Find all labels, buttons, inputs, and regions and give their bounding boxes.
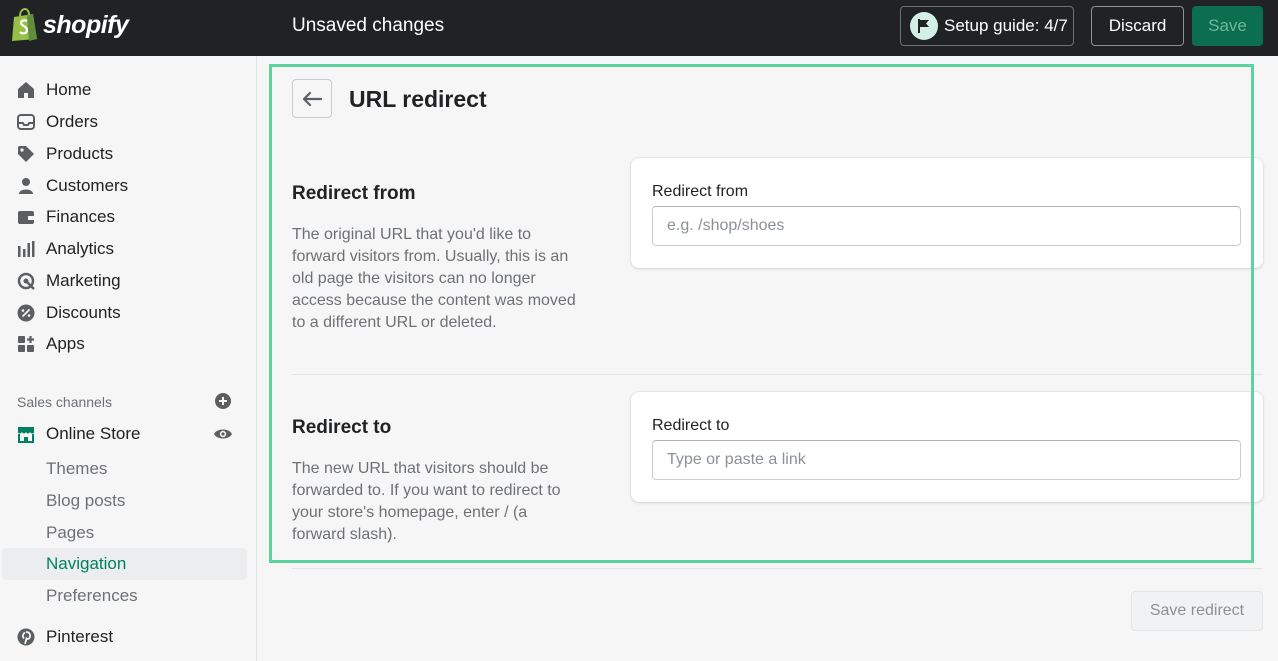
save-button[interactable]: Save [1192, 6, 1263, 46]
redirect-from-card: Redirect from [631, 158, 1263, 268]
setup-guide-label: Setup guide: 4/7 [944, 16, 1068, 35]
orders-icon [17, 113, 35, 131]
page-title: URL redirect [349, 86, 487, 112]
shopify-logo[interactable]: shopify [10, 8, 129, 42]
sidebar-subitem-label: Blog posts [46, 491, 126, 510]
sidebar-item-label: Customers [46, 176, 129, 195]
redirect-from-heading: Redirect from [292, 183, 416, 204]
sidebar-subitem-themes[interactable]: Themes [0, 454, 257, 484]
tag-icon [17, 145, 35, 163]
sidebar-item-finances[interactable]: Finances [0, 202, 257, 232]
add-circle-icon[interactable] [215, 393, 231, 409]
sidebar-subitem-preferences[interactable]: Preferences [0, 581, 257, 611]
sidebar: Home Orders Products Customers Finances … [0, 56, 257, 661]
sidebar-item-orders[interactable]: Orders [0, 107, 257, 137]
discount-icon [17, 304, 35, 322]
sidebar-item-label: Orders [46, 112, 98, 131]
pinterest-icon [17, 628, 35, 646]
main-content: URL redirect Redirect from The original … [258, 56, 1278, 661]
sidebar-item-label: Pinterest [46, 627, 114, 646]
sidebar-item-label: Marketing [46, 271, 121, 290]
discard-button[interactable]: Discard [1091, 6, 1184, 46]
sidebar-item-analytics[interactable]: Analytics [0, 234, 257, 264]
redirect-to-label: Redirect to [652, 417, 730, 434]
section-divider [292, 374, 1263, 375]
sidebar-item-label: Analytics [46, 239, 115, 258]
sidebar-subitem-pages[interactable]: Pages [0, 518, 257, 548]
sidebar-item-customers[interactable]: Customers [0, 171, 257, 201]
sales-channels-heading: Sales channels [17, 394, 112, 410]
wallet-icon [17, 208, 35, 226]
store-icon [17, 425, 35, 443]
redirect-to-description: The new URL that visitors should be forw… [292, 460, 561, 543]
eye-icon[interactable] [213, 427, 233, 441]
brand-name: shopify [43, 10, 129, 39]
sidebar-item-label: Products [46, 144, 114, 163]
person-icon [17, 177, 35, 195]
setup-guide-button[interactable]: Setup guide: 4/7 [900, 6, 1074, 46]
sidebar-subitem-label: Pages [46, 523, 95, 542]
redirect-from-label: Redirect from [652, 183, 749, 200]
sidebar-item-pinterest[interactable]: Pinterest [0, 622, 257, 652]
sidebar-item-label: Home [46, 80, 92, 99]
top-bar: shopify Unsaved changes Setup guide: 4/7… [0, 0, 1278, 56]
sidebar-item-discounts[interactable]: Discounts [0, 298, 257, 328]
redirect-to-input[interactable] [652, 440, 1241, 480]
redirect-to-card: Redirect to [631, 392, 1263, 502]
sidebar-item-products[interactable]: Products [0, 139, 257, 169]
sidebar-item-apps[interactable]: Apps [0, 329, 257, 359]
sidebar-subitem-navigation[interactable]: Navigation [0, 549, 257, 579]
redirect-from-input[interactable] [652, 206, 1241, 246]
unsaved-changes-title: Unsaved changes [292, 15, 445, 36]
shopify-bag-icon [12, 8, 37, 41]
redirect-from-description: The original URL that you'd like to forw… [292, 226, 576, 331]
footer-divider [292, 568, 1263, 569]
sidebar-item-label: Discounts [46, 303, 121, 322]
bar-chart-icon [17, 240, 35, 258]
arrow-left-icon [302, 91, 322, 106]
flag-icon [910, 12, 938, 40]
sidebar-item-label: Apps [46, 334, 85, 353]
back-button[interactable] [292, 79, 332, 118]
sidebar-subitem-label: Navigation [46, 554, 127, 573]
sidebar-item-home[interactable]: Home [0, 75, 257, 105]
sidebar-subitem-blog-posts[interactable]: Blog posts [0, 486, 257, 516]
sidebar-item-marketing[interactable]: Marketing [0, 266, 257, 296]
sidebar-subitem-label: Preferences [46, 586, 138, 605]
target-icon [17, 272, 35, 290]
sidebar-item-label: Online Store [46, 424, 141, 443]
save-redirect-button[interactable]: Save redirect [1131, 591, 1263, 631]
sidebar-item-label: Finances [46, 207, 115, 226]
apps-icon [17, 335, 35, 353]
home-icon [17, 81, 35, 99]
sidebar-subitem-label: Themes [46, 459, 108, 478]
redirect-to-heading: Redirect to [292, 417, 392, 438]
